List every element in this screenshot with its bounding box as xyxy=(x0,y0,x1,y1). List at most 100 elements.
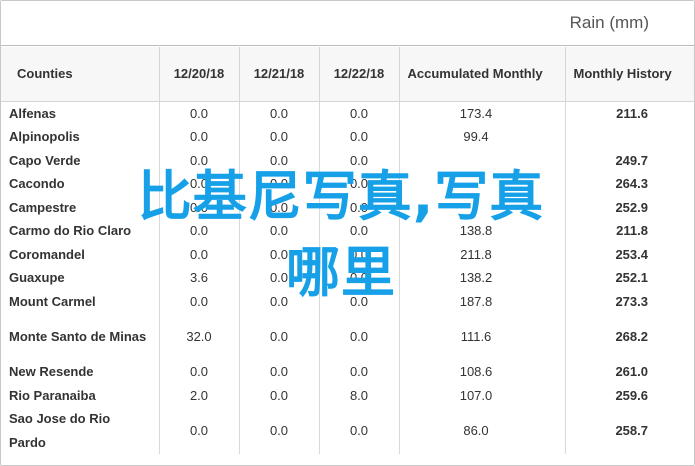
table-row: Capo Verde 0.0 0.0 0.0 249.7 xyxy=(1,148,694,172)
date-2-cell: 0.0 xyxy=(238,242,319,266)
accumulated-cell xyxy=(398,195,565,219)
date-1-cell: 0.0 xyxy=(158,172,239,196)
county-cell: Campestre xyxy=(9,199,77,215)
accumulated-cell xyxy=(398,172,565,196)
date-3-cell: 0.0 xyxy=(318,172,399,196)
date-1-cell: 0.0 xyxy=(158,219,239,243)
date-2-cell: 0.0 xyxy=(238,148,319,172)
accumulated-cell: 187.8 xyxy=(398,289,565,313)
date-3-cell: 0.0 xyxy=(318,219,399,243)
table-row: Monte Santo de Minas 32.0 0.0 0.0 111.6 268.2 xyxy=(1,313,694,360)
date-1-cell: 0.0 xyxy=(158,242,239,266)
rain-table-widget: Rain (mm) Counties 12/20/18 12/21/18 12/… xyxy=(0,0,695,466)
table-row: Campestre 0.0 0.0 0.0 252.9 xyxy=(1,195,694,219)
table-row: Coromandel 0.0 0.0 0.0 211.8 253.4 xyxy=(1,242,694,266)
date-2-cell: 0.0 xyxy=(238,383,319,407)
date-3-cell: 0.0 xyxy=(318,242,399,266)
accumulated-cell: 86.0 xyxy=(398,407,565,454)
history-cell: 259.6 xyxy=(564,383,694,407)
date-2-cell: 0.0 xyxy=(238,360,319,384)
col-header-date-2[interactable]: 12/21/18 xyxy=(238,47,319,102)
county-cell: Sao Jose do Rio Pardo xyxy=(9,411,111,450)
date-3-cell: 0.0 xyxy=(318,360,399,384)
table-row: Carmo do Rio Claro 0.0 0.0 0.0 138.8 211.8 xyxy=(1,219,694,243)
county-cell: New Resende xyxy=(9,364,94,379)
history-cell: 211.6 xyxy=(564,101,694,125)
county-cell: Alpinopolis xyxy=(9,129,80,144)
history-cell: 261.0 xyxy=(564,360,694,384)
date-3-cell: 8.0 xyxy=(318,383,399,407)
table-row: Sao Jose do Rio Pardo 0.0 0.0 0.0 86.0 258.7 xyxy=(1,407,694,454)
date-2-cell: 0.0 xyxy=(238,125,319,149)
history-cell: 253.4 xyxy=(564,242,694,266)
table-row: Rio Paranaiba 2.0 0.0 8.0 107.0 259.6 xyxy=(1,383,694,407)
date-3-cell: 0.0 xyxy=(318,148,399,172)
table-row: Mount Carmel 0.0 0.0 0.0 187.8 273.3 xyxy=(1,289,694,313)
accumulated-cell: 138.2 xyxy=(398,266,565,290)
accumulated-cell: 211.8 xyxy=(398,242,565,266)
date-2-cell: 0.0 xyxy=(238,313,319,360)
table-row: Cacondo 0.0 0.0 0.0 264.3 xyxy=(1,172,694,196)
col-header-accumulated[interactable]: Accumulated Monthly xyxy=(398,47,565,102)
col-header-history[interactable]: Monthly History xyxy=(564,47,694,102)
date-1-cell: 0.0 xyxy=(158,289,239,313)
table-header-row: Counties 12/20/18 12/21/18 12/22/18 Accu… xyxy=(1,47,694,102)
history-cell: 268.2 xyxy=(564,313,694,360)
date-2-cell: 0.0 xyxy=(238,266,319,290)
history-cell: 252.1 xyxy=(564,266,694,290)
history-cell: 249.7 xyxy=(564,148,694,172)
date-2-cell: 0.0 xyxy=(238,101,319,125)
accumulated-cell: 111.6 xyxy=(398,313,565,360)
col-header-date-3[interactable]: 12/22/18 xyxy=(318,47,399,102)
accumulated-cell: 107.0 xyxy=(398,383,565,407)
table-row: Guaxupe 3.6 0.0 0.0 138.2 252.1 xyxy=(1,266,694,290)
date-1-cell: 2.0 xyxy=(158,383,239,407)
county-cell: Coromandel xyxy=(9,246,85,262)
date-3-cell: 0.0 xyxy=(318,125,399,149)
table-body: Alfenas 0.0 0.0 0.0 173.4 211.6 Alpinopolis 0.0… xyxy=(1,101,694,454)
col-header-counties[interactable]: Counties xyxy=(1,47,159,102)
accumulated-cell: 173.4 xyxy=(398,101,565,125)
accumulated-cell: 99.4 xyxy=(398,125,565,149)
history-cell: 264.3 xyxy=(564,172,694,196)
table-title-bar: Rain (mm) xyxy=(1,1,694,46)
date-2-cell: 0.0 xyxy=(238,289,319,313)
county-cell: Monte Santo de Minas xyxy=(9,328,147,344)
county-cell: Mount Carmel xyxy=(9,293,96,309)
table-row: Alfenas 0.0 0.0 0.0 173.4 211.6 xyxy=(1,101,694,125)
table-title: Rain (mm) xyxy=(569,13,649,32)
date-1-cell: 0.0 xyxy=(158,125,239,149)
history-cell xyxy=(564,125,694,149)
county-cell: Guaxupe xyxy=(9,270,65,285)
date-3-cell: 0.0 xyxy=(318,266,399,290)
date-3-cell: 0.0 xyxy=(318,101,399,125)
accumulated-cell xyxy=(398,148,565,172)
date-3-cell: 0.0 xyxy=(318,313,399,360)
county-cell: Alfenas xyxy=(9,105,56,121)
date-3-cell: 0.0 xyxy=(318,195,399,219)
table-row: Alpinopolis 0.0 0.0 0.0 99.4 xyxy=(1,125,694,149)
date-3-cell: 0.0 xyxy=(318,289,399,313)
date-1-cell: 0.0 xyxy=(158,148,239,172)
date-1-cell: 0.0 xyxy=(158,407,239,454)
history-cell: 273.3 xyxy=(564,289,694,313)
date-2-cell: 0.0 xyxy=(238,219,319,243)
date-1-cell: 32.0 xyxy=(158,313,239,360)
history-cell: 258.7 xyxy=(564,407,694,454)
col-header-date-1[interactable]: 12/20/18 xyxy=(158,47,239,102)
accumulated-cell: 138.8 xyxy=(398,219,565,243)
history-cell: 211.8 xyxy=(564,219,694,243)
date-1-cell: 0.0 xyxy=(158,101,239,125)
date-3-cell: 0.0 xyxy=(318,407,399,454)
county-cell: Cacondo xyxy=(9,176,65,191)
date-1-cell: 0.0 xyxy=(158,195,239,219)
county-cell: Carmo do Rio Claro xyxy=(9,223,132,238)
county-cell: Capo Verde xyxy=(9,152,81,168)
rain-table: Counties 12/20/18 12/21/18 12/22/18 Accu… xyxy=(1,47,694,454)
date-2-cell: 0.0 xyxy=(238,407,319,454)
date-2-cell: 0.0 xyxy=(238,195,319,219)
table-row: New Resende 0.0 0.0 0.0 108.6 261.0 xyxy=(1,360,694,384)
county-cell: Rio Paranaiba xyxy=(9,387,96,403)
date-2-cell: 0.0 xyxy=(238,172,319,196)
date-1-cell: 0.0 xyxy=(158,360,239,384)
